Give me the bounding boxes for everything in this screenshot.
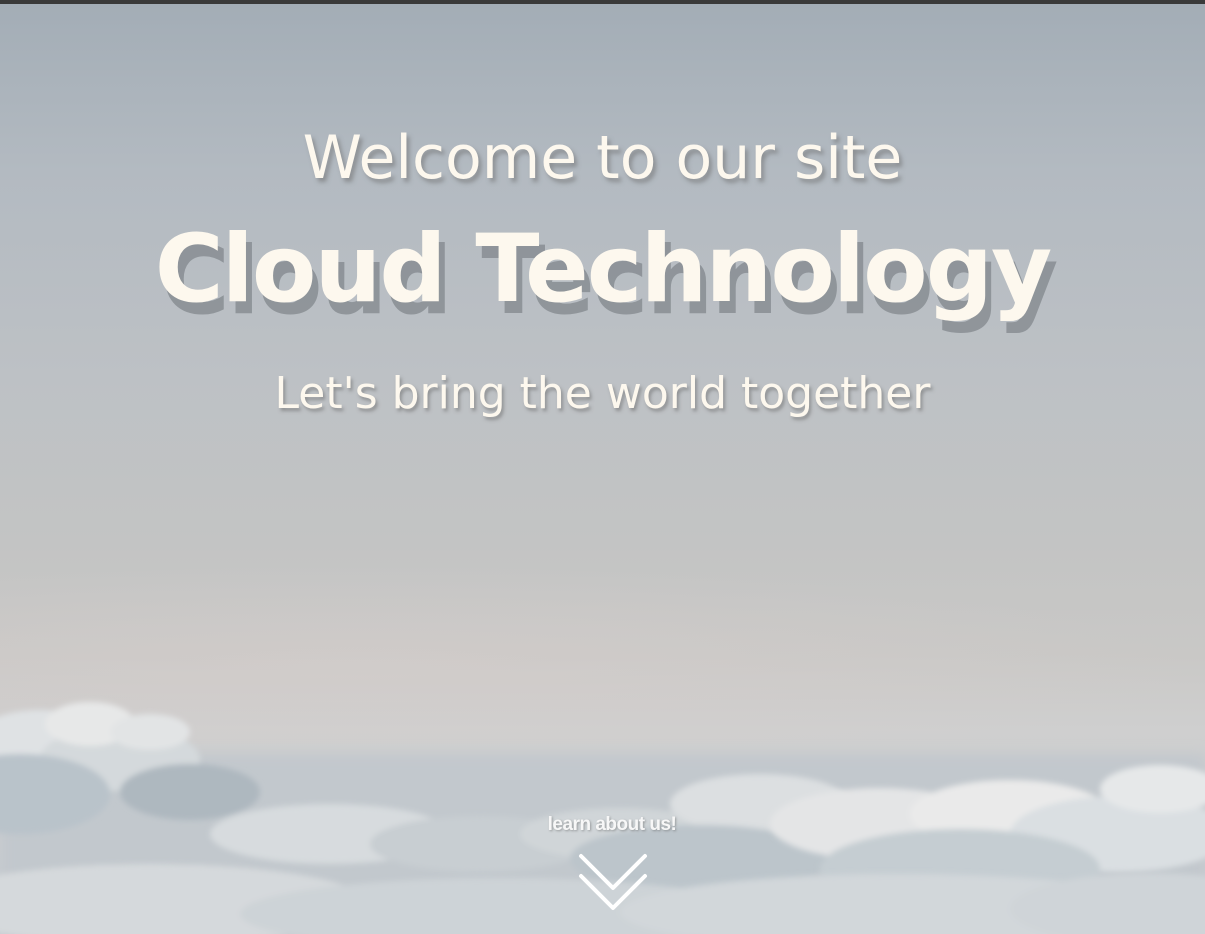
learn-about-us-link[interactable]: learn about us! xyxy=(502,812,722,838)
tagline: Let's bring the world together xyxy=(274,368,931,419)
double-chevron-down-icon[interactable] xyxy=(578,852,648,914)
site-title: Cloud Technology xyxy=(154,215,1053,324)
welcome-heading: Welcome to our site xyxy=(302,123,903,193)
hero-section: Welcome to our site Cloud Technology Let… xyxy=(0,4,1205,934)
